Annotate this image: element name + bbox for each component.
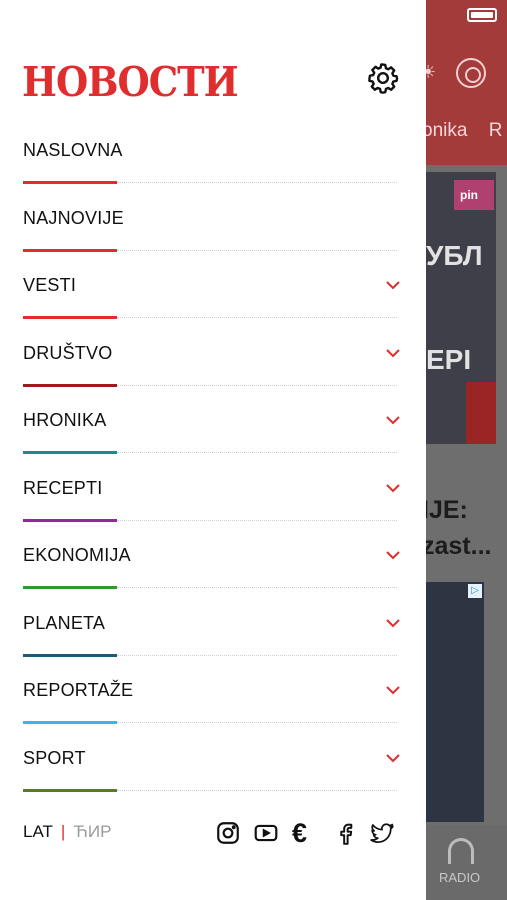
headline-line: zast...	[422, 532, 492, 560]
menu-item-divider	[117, 587, 397, 588]
menu-item-divider	[117, 654, 397, 656]
lang-latin[interactable]: LAT	[23, 822, 53, 841]
menu-item-divider	[117, 722, 397, 723]
menu-item-divider	[117, 519, 397, 521]
ad-choices-icon[interactable]: ▷	[468, 584, 482, 598]
menu-item-ekonomija[interactable]: EKONOMIJA	[0, 523, 426, 591]
background-tab[interactable]: R	[489, 120, 503, 141]
menu-item-sport[interactable]: SPORT	[0, 726, 426, 794]
drawer-footer: LAT | ЋИР €	[0, 818, 426, 848]
menu-item-underline	[23, 181, 117, 184]
menu-item-divider	[117, 452, 397, 453]
menu-item-reportaže[interactable]: REPORTAŽE	[0, 658, 426, 726]
menu-item-label: PLANETA	[23, 612, 106, 633]
lang-separator: |	[60, 822, 66, 841]
menu-item-underline	[23, 721, 117, 724]
youtube-icon[interactable]	[253, 820, 279, 846]
headline-line: IJE:	[422, 496, 468, 524]
menu-item-underline	[23, 248, 117, 252]
chevron-down-icon[interactable]	[385, 682, 401, 698]
menu-item-divider	[117, 789, 397, 791]
language-switch: LAT | ЋИР	[23, 822, 111, 842]
twitter-icon[interactable]	[369, 820, 395, 846]
menu-item-underline	[23, 586, 117, 589]
novosti-logo[interactable]: НОВОСТИ	[22, 57, 239, 106]
facebook-icon[interactable]	[333, 820, 359, 846]
menu-item-underline	[23, 316, 117, 319]
drawer-menu: NASLOVNA NAJNOVIJE VESTI DRUŠTVO HRONIKA RECE…	[0, 118, 426, 793]
menu-item-planeta[interactable]: PLANETA	[0, 591, 426, 659]
headphones-icon[interactable]	[448, 838, 474, 864]
menu-item-hronika[interactable]: HRONIKA	[0, 388, 426, 456]
menu-item-divider	[117, 249, 397, 251]
chevron-down-icon[interactable]	[385, 615, 401, 631]
menu-item-recepti[interactable]: RECEPTI	[0, 456, 426, 524]
menu-item-label: HRONIKA	[23, 410, 107, 430]
background-tab[interactable]: onika	[422, 120, 467, 141]
chevron-down-icon[interactable]	[385, 412, 401, 428]
instagram-icon[interactable]	[215, 820, 241, 846]
menu-item-divider	[117, 384, 397, 386]
photo-figure	[466, 382, 496, 444]
menu-item-underline	[23, 788, 117, 792]
bottom-nav-radio-label[interactable]: RADIO	[439, 870, 480, 885]
menu-item-label: VESTI	[23, 275, 77, 295]
menu-item-divider	[117, 317, 397, 318]
chevron-down-icon[interactable]	[385, 750, 401, 766]
menu-item-underline	[23, 653, 117, 657]
menu-item-label: EKONOMIJA	[23, 545, 131, 565]
menu-item-vesti[interactable]: VESTI	[0, 253, 426, 321]
menu-item-label: DRUŠTVO	[23, 342, 113, 363]
menu-item-label: REPORTAŽE	[23, 680, 134, 700]
chevron-down-icon[interactable]	[385, 547, 401, 563]
background-ad[interactable]: ▷	[426, 582, 484, 822]
menu-item-underline	[23, 451, 117, 454]
menu-item-divider	[117, 182, 397, 183]
background-article-photo[interactable]: pin УБЛ EPI	[426, 172, 496, 444]
background-headline[interactable]: IJE: zast...	[422, 492, 491, 564]
photo-text: УБЛ	[426, 240, 483, 271]
menu-item-label: NASLOVNA	[23, 140, 123, 160]
menu-item-label: NAJNOVIJE	[23, 207, 124, 228]
chevron-down-icon[interactable]	[385, 345, 401, 361]
photo-text: EPI	[426, 344, 472, 375]
radar-icon[interactable]	[456, 58, 486, 88]
photo-badge: pin	[454, 180, 494, 210]
menu-item-label: SPORT	[23, 747, 86, 768]
menu-item-label: RECEPTI	[23, 477, 103, 498]
chevron-down-icon[interactable]	[385, 277, 401, 293]
menu-item-naslovna[interactable]: NASLOVNA	[0, 118, 426, 186]
lang-cyrillic[interactable]: ЋИР	[73, 822, 111, 841]
menu-item-najnovije[interactable]: NAJNOVIJE	[0, 186, 426, 254]
battery-icon	[467, 8, 497, 22]
euro-icon[interactable]: €	[292, 820, 318, 847]
chevron-down-icon[interactable]	[385, 480, 401, 496]
menu-item-underline	[23, 518, 117, 522]
menu-item-društvo[interactable]: DRUŠTVO	[0, 321, 426, 389]
gear-icon[interactable]	[366, 61, 400, 95]
navigation-drawer: НОВОСТИ NASLOVNA NAJNOVIJE VESTI DRUŠTVO HRO…	[0, 0, 426, 900]
background-tabs: onika R	[422, 120, 507, 142]
menu-item-underline	[23, 383, 117, 387]
